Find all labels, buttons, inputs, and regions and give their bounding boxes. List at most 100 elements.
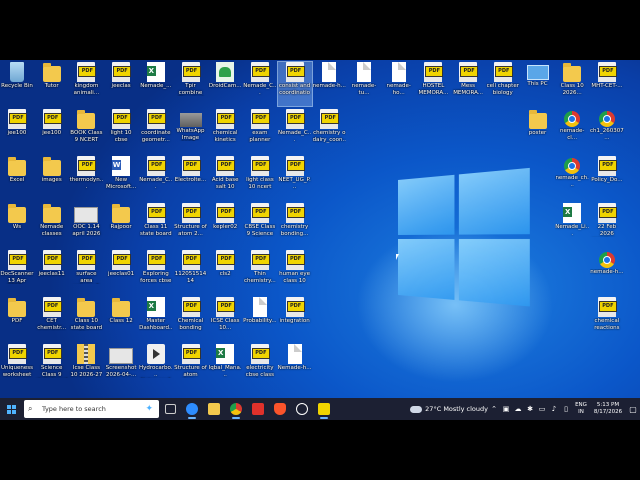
clock[interactable]: 5:13 PM 8/17/2026 [590, 398, 626, 420]
desktop-icon[interactable]: Uniqueness worksheet [0, 344, 34, 388]
desktop-icon[interactable]: Nemade_Li... [555, 203, 589, 247]
volume-icon[interactable]: ♪ [548, 398, 560, 420]
desktop-icon[interactable]: Recycle Bin [0, 62, 34, 106]
desktop-icon[interactable]: Iqbal_Mana... [208, 344, 242, 388]
desktop-icon[interactable]: 11205151414 [174, 250, 208, 294]
desktop-icon[interactable]: Excel [0, 156, 34, 200]
desktop-icon[interactable]: BOOK Class 9 NCERT [69, 109, 103, 153]
desktop-icon[interactable]: Nemade_C... [139, 156, 173, 200]
chatgpt-app-icon[interactable] [291, 398, 313, 420]
desktop-icon[interactable]: OOC 1.14 april 2026 [69, 203, 103, 247]
battery-icon[interactable]: ▯ [560, 398, 572, 420]
desktop-icon[interactable]: Ws [0, 203, 34, 247]
desktop-icon[interactable]: Structure of atom class... [174, 344, 208, 388]
desktop-icon[interactable]: CET chemistr... [35, 297, 69, 341]
desktop-icon[interactable]: nemade-h... [312, 62, 346, 106]
file-explorer-icon[interactable] [203, 398, 225, 420]
onedrive-icon[interactable]: ☁ [512, 398, 524, 420]
desktop-icon[interactable]: Class 10 state board bio... [69, 297, 103, 341]
desktop-icon[interactable]: PDF [0, 297, 34, 341]
desktop-icon[interactable]: coordinate geometr... [139, 109, 173, 153]
desktop-icon[interactable]: kingdom animali... [69, 62, 103, 106]
desktop-icon[interactable]: Nemade-h... [278, 344, 312, 388]
desktop-icon[interactable]: Thin chemistry... [243, 250, 277, 294]
desktop-icon[interactable]: chemistry o dairy_coon... [312, 109, 346, 153]
desktop-icon[interactable]: Class 11 state board [139, 203, 173, 247]
desktop-icon[interactable]: Probability... [243, 297, 277, 341]
network-icon[interactable]: ▭ [536, 398, 548, 420]
desktop-icon[interactable]: kepler02 [208, 203, 242, 247]
brave-app-icon[interactable] [269, 398, 291, 420]
desktop-icon[interactable]: DroidCam... [208, 62, 242, 106]
desktop-icon[interactable]: cell chapter biology [486, 62, 520, 106]
bluetooth-icon[interactable]: ✱ [524, 398, 536, 420]
start-button[interactable] [0, 398, 22, 420]
desktop-icon[interactable]: human eye class 10 ncert [278, 250, 312, 294]
desktop-icon[interactable]: Science Class 9 state board [35, 344, 69, 388]
desktop-icon[interactable]: Icse Class 10 2026-27 [69, 344, 103, 388]
desktop-icon[interactable]: Electrolte... [174, 156, 208, 200]
desktop-icon[interactable]: poster [521, 109, 555, 153]
desktop-icon[interactable]: electricity cbse class 1... [243, 344, 277, 388]
desktop-icon[interactable]: nemade-tu... [347, 62, 381, 106]
desktop-icon[interactable]: chemical reactions a... [590, 297, 624, 341]
desktop-icon[interactable]: MHT-CET-... [590, 62, 624, 106]
desktop-icon[interactable]: CBSE Class 9 Science 15... [243, 203, 277, 247]
chrome-app-icon[interactable] [225, 398, 247, 420]
desktop-icon[interactable]: Nemade_C... [278, 109, 312, 153]
desktop-icon[interactable]: exam planner [243, 109, 277, 153]
pdf-app-icon[interactable] [313, 398, 335, 420]
desktop-icon[interactable]: Tpir combine Chemical li... [174, 62, 208, 106]
desktop-icon[interactable]: thermodyn... [69, 156, 103, 200]
desktop-icon[interactable]: integration [278, 297, 312, 341]
desktop-icon[interactable]: consist and coordination [276, 61, 313, 107]
desktop-icon[interactable]: cls2 [208, 250, 242, 294]
desktop-icon[interactable]: Hydrocarbo... Notes.mp4 [139, 344, 173, 388]
desktop-icon[interactable]: light class 10 ncert [243, 156, 277, 200]
desktop-icon[interactable]: images [35, 156, 69, 200]
desktop-icon[interactable]: Mess MEMORA... [451, 62, 485, 106]
desktop-icon[interactable]: chemical kinetics [208, 109, 242, 153]
desktop-icon[interactable]: chemistry bonding... [278, 203, 312, 247]
desktop-icon[interactable]: Nemade_... [139, 62, 173, 106]
pdf-reader-app-icon[interactable] [247, 398, 269, 420]
desktop-icon[interactable]: Nemade classes [35, 203, 69, 247]
language-indicator[interactable]: ENG IN [572, 398, 590, 420]
desktop-icon[interactable]: New Microsoft... [104, 156, 138, 200]
desktop-icon[interactable]: nemade-h... [590, 250, 624, 294]
desktop-icon[interactable]: nemade-ho... [382, 62, 416, 106]
desktop-icon[interactable]: Structure of atom 2... [174, 203, 208, 247]
desktop-icon[interactable]: WhatsApp Image 2026... [174, 109, 208, 153]
weather-widget[interactable]: 27°C Mostly cloudy [410, 405, 488, 413]
desktop-icon[interactable]: Rajpoor [104, 203, 138, 247]
desktop-icon[interactable]: jee100 [0, 109, 34, 153]
task-view-button[interactable] [159, 398, 181, 420]
desktop-icon[interactable]: jeeclas [104, 62, 138, 106]
desktop-icon[interactable]: ch1_260307... [590, 109, 624, 153]
desktop-icon[interactable]: ICSE Class 10... [208, 297, 242, 341]
desktop-icon[interactable]: jeeclas11 [35, 250, 69, 294]
desktop-icon[interactable]: jeeclas01 [104, 250, 138, 294]
desktop-icon[interactable]: Acid base salt 10 [208, 156, 242, 200]
desktop-icon[interactable]: jee100 [35, 109, 69, 153]
search-box[interactable]: ⌕ Type here to search ✦ [24, 400, 159, 418]
notification-icon[interactable]: ▢ [626, 398, 640, 420]
desktop-icon[interactable]: Nemade_C... [243, 62, 277, 106]
chevron-up-icon[interactable]: ⌃ [488, 398, 500, 420]
desktop-icon[interactable]: Chemical bonding [174, 297, 208, 341]
tray-app-icon[interactable]: ▣ [500, 398, 512, 420]
desktop-icon[interactable]: light 10 cbse [104, 109, 138, 153]
desktop-icon[interactable]: nemade_ch... [555, 156, 589, 200]
desktop-icon[interactable]: Exploring forces cbse [139, 250, 173, 294]
desktop-icon[interactable]: Master Dashboard... [139, 297, 173, 341]
desktop-icon[interactable]: surface area volume 2 (1) [69, 250, 103, 294]
desktop-icon[interactable]: Tutor [35, 62, 69, 106]
search-highlight-icon[interactable]: ✦ [145, 404, 153, 414]
desktop-icon[interactable]: Screenshot 2026-04-... [104, 344, 138, 388]
desktop-icon[interactable]: Class 12 [104, 297, 138, 341]
desktop-icon[interactable]: NEET_UG_P... [278, 156, 312, 200]
desktop-icon[interactable]: nemade-cl... [555, 109, 589, 153]
desktop-icon[interactable]: 22 Feb 2026 meeting ... [590, 203, 624, 247]
desktop-icon[interactable]: HOSTEL MEMORA... [416, 62, 450, 106]
zoom-app-icon[interactable] [181, 398, 203, 420]
